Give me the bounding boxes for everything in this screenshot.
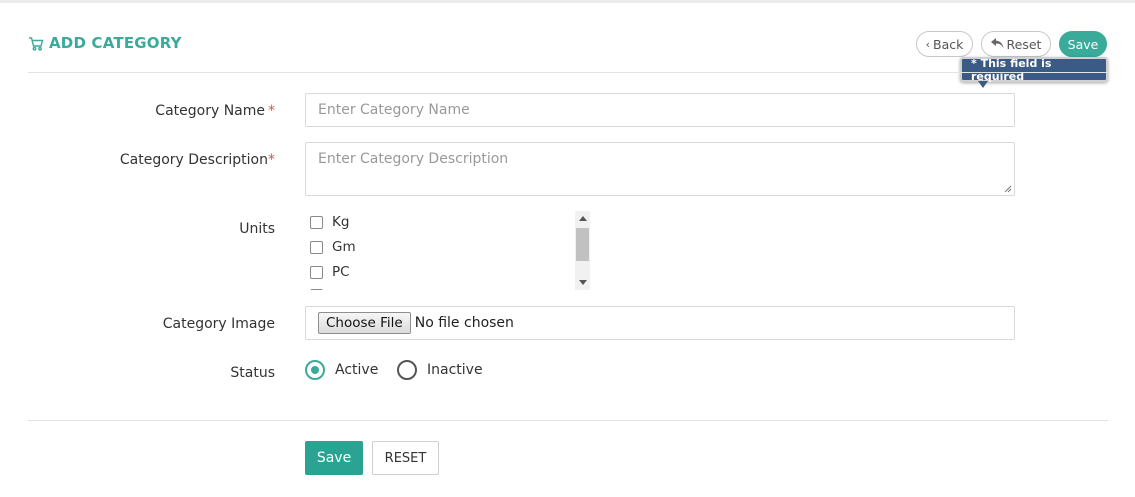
chevron-left-icon: ‹	[925, 37, 931, 51]
unit-checkbox[interactable]	[310, 215, 323, 229]
status-label: Status	[230, 365, 275, 381]
category-name-label-text: Category Name	[155, 103, 265, 119]
category-image-label: Category Image	[162, 316, 275, 332]
unit-option-partial	[310, 289, 323, 290]
category-description-label-text: Category Description	[119, 152, 268, 168]
status-option-inactive[interactable]: Inactive	[397, 360, 483, 380]
category-name-label: Category Name *	[155, 103, 275, 119]
category-description-textarea[interactable]: Enter Category Description	[305, 142, 1015, 196]
back-button[interactable]: ‹ Back	[916, 31, 973, 57]
tooltip-text: * This field is required	[971, 56, 1052, 83]
reset-button-label: Reset	[1006, 36, 1042, 52]
back-button-label: Back	[933, 36, 964, 52]
unit-checkbox[interactable]	[310, 240, 323, 254]
footer-divider	[28, 420, 1108, 421]
unit-checkbox[interactable]	[310, 265, 323, 279]
radio-button[interactable]	[305, 360, 325, 380]
page-title-text: ADD CATEGORY	[49, 34, 182, 52]
page-title: ADD CATEGORY	[28, 34, 182, 52]
category-description-placeholder: Enter Category Description	[318, 151, 509, 167]
validation-tooltip: * This field is required	[960, 56, 1108, 88]
unit-label: Gm	[332, 239, 356, 255]
header-save-button[interactable]: Save	[1059, 31, 1107, 57]
status-option-label: Active	[335, 362, 379, 378]
required-mark: *	[268, 103, 275, 119]
category-name-input[interactable]: Enter Category Name	[305, 93, 1015, 127]
required-mark: *	[268, 152, 275, 168]
status-option-label: Inactive	[427, 362, 483, 378]
save-button-label: Save	[1067, 36, 1099, 52]
unit-option-pc[interactable]: PC	[310, 264, 350, 280]
scroll-down-icon[interactable]	[579, 280, 587, 285]
units-scrollbar[interactable]	[575, 211, 590, 290]
unit-option-gm[interactable]: Gm	[310, 239, 356, 255]
file-status: No file chosen	[414, 315, 514, 331]
header-reset-button[interactable]: Reset	[981, 31, 1051, 57]
unit-checkbox	[310, 289, 323, 290]
category-name-placeholder: Enter Category Name	[318, 102, 470, 118]
status-option-active[interactable]: Active	[305, 360, 378, 380]
unit-option-kg[interactable]: Kg	[310, 214, 349, 230]
save-button[interactable]: Save	[305, 441, 363, 475]
category-image-file-input[interactable]: Choose File No file chosen	[305, 306, 1015, 340]
unit-label: Kg	[332, 214, 350, 230]
top-border	[0, 0, 1135, 3]
header-divider	[28, 72, 1108, 73]
choose-file-button[interactable]: Choose File	[318, 312, 411, 334]
unit-label: PC	[332, 264, 350, 280]
undo-icon	[990, 37, 1004, 52]
radio-button[interactable]	[397, 360, 417, 380]
resize-handle-icon[interactable]	[1004, 185, 1012, 193]
scroll-thumb[interactable]	[576, 228, 589, 261]
units-label: Units	[239, 221, 275, 237]
category-description-label: Category Description*	[120, 152, 275, 168]
scroll-up-icon[interactable]	[579, 216, 587, 221]
reset-button[interactable]: RESET	[372, 441, 439, 475]
units-list: Kg Gm PC	[305, 210, 590, 290]
cart-icon	[28, 36, 44, 51]
tooltip-arrow	[978, 81, 988, 88]
